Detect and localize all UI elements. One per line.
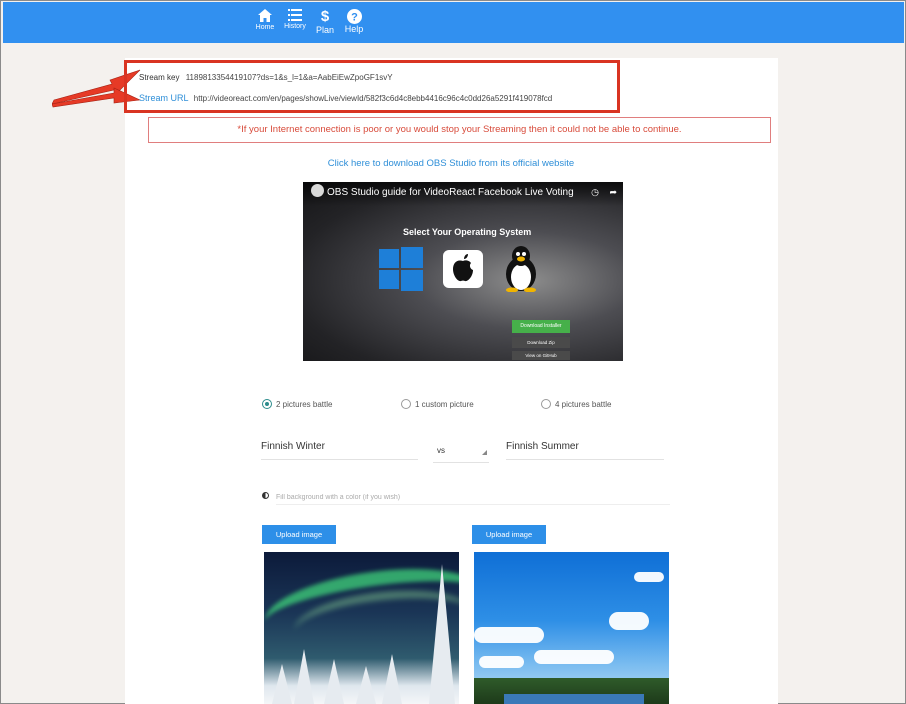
nav-help[interactable]: ? Help <box>343 9 365 34</box>
nav-plan-label: Plan <box>315 25 334 35</box>
cloud <box>634 572 664 582</box>
video-heading: Select Your Operating System <box>403 227 532 237</box>
snow-tree <box>382 654 402 704</box>
svg-text:?: ? <box>351 12 358 24</box>
mode-option-label: 1 custom picture <box>415 400 474 410</box>
nav-home-label: Home <box>255 24 275 31</box>
radio-selected-icon <box>262 399 272 409</box>
stream-key-row: Stream key 1189813354419107?ds=1&s_l=1&a… <box>139 73 393 82</box>
color-contrast-icon <box>262 492 269 499</box>
left-name-input[interactable]: Finnish Winter <box>261 441 418 460</box>
radio-icon <box>541 399 551 409</box>
download-zip-button[interactable]: Download Zip <box>512 337 570 348</box>
home-icon <box>258 9 272 22</box>
nav-plan[interactable]: $ Plan <box>314 8 336 36</box>
background-color-input[interactable] <box>276 490 670 505</box>
windows-logo-icon <box>379 247 423 291</box>
stream-url-row: Stream URL http://videoreact.com/en/page… <box>139 93 552 103</box>
snow-tree <box>324 659 344 704</box>
upload-image-1-button[interactable]: Upload image №1 <box>262 525 336 558</box>
cloud <box>609 612 649 630</box>
stream-key-value[interactable]: 1189813354419107?ds=1&s_l=1&a=AabEiEwZpo… <box>186 73 393 82</box>
help-icon: ? <box>346 9 362 24</box>
nav-home[interactable]: Home <box>254 9 276 31</box>
vs-select[interactable]: vs <box>433 446 489 463</box>
snow-tree <box>272 664 292 704</box>
nav-history-label: History <box>284 23 306 30</box>
nav-help-label: Help <box>344 24 364 34</box>
watch-later-icon[interactable]: ◷ <box>591 187 599 197</box>
cloud <box>534 650 614 664</box>
image-2-preview <box>474 552 669 704</box>
cloud <box>474 627 544 643</box>
stream-info-highlight <box>124 60 620 113</box>
cloud <box>479 656 524 668</box>
lake <box>504 694 644 704</box>
mode-1-custom-picture[interactable]: 1 custom picture <box>401 399 474 410</box>
snow-tree <box>429 564 455 704</box>
mode-4-pictures-battle[interactable]: 4 pictures battle <box>541 399 612 410</box>
video-tools: ◷ ➦ <box>591 187 617 198</box>
upload-image-2-button[interactable]: Upload image №2 <box>472 525 546 558</box>
dollar-icon: $ <box>320 8 330 25</box>
nav-history[interactable]: History <box>282 9 308 30</box>
stream-url-label: Stream URL <box>139 93 189 103</box>
linux-tux-icon <box>506 246 536 292</box>
obs-download-link[interactable]: Click here to download OBS Studio from i… <box>300 158 602 169</box>
snow-tree <box>356 666 376 704</box>
video-player[interactable]: OBS Studio guide for VideoReact Facebook… <box>303 182 623 361</box>
image-1-preview <box>264 552 459 704</box>
mode-option-label: 2 pictures battle <box>276 400 333 410</box>
stream-url-value[interactable]: http://videoreact.com/en/pages/showLive/… <box>194 94 552 103</box>
share-icon[interactable]: ➦ <box>609 187 617 197</box>
apple-logo-icon <box>443 250 483 288</box>
video-title: OBS Studio guide for VideoReact Facebook… <box>327 187 574 198</box>
connection-warning: *If your Internet connection is poor or … <box>148 117 771 143</box>
mode-2-pictures-battle[interactable]: 2 pictures battle <box>262 399 333 410</box>
radio-icon <box>401 399 411 409</box>
vs-label: vs <box>437 446 445 455</box>
view-github-button[interactable]: View on GitHub <box>512 351 570 360</box>
right-name-input[interactable]: Finnish Summer <box>506 441 664 460</box>
dropdown-caret-icon <box>482 450 487 455</box>
snow-tree <box>294 649 314 704</box>
download-installer-button[interactable]: Download Installer <box>512 320 570 333</box>
list-icon <box>288 9 302 21</box>
mode-option-label: 4 pictures battle <box>555 400 612 410</box>
stream-key-label: Stream key <box>139 73 180 82</box>
top-navigation-bar: Home History $ Plan ? Help <box>3 2 904 43</box>
channel-avatar <box>311 184 324 197</box>
